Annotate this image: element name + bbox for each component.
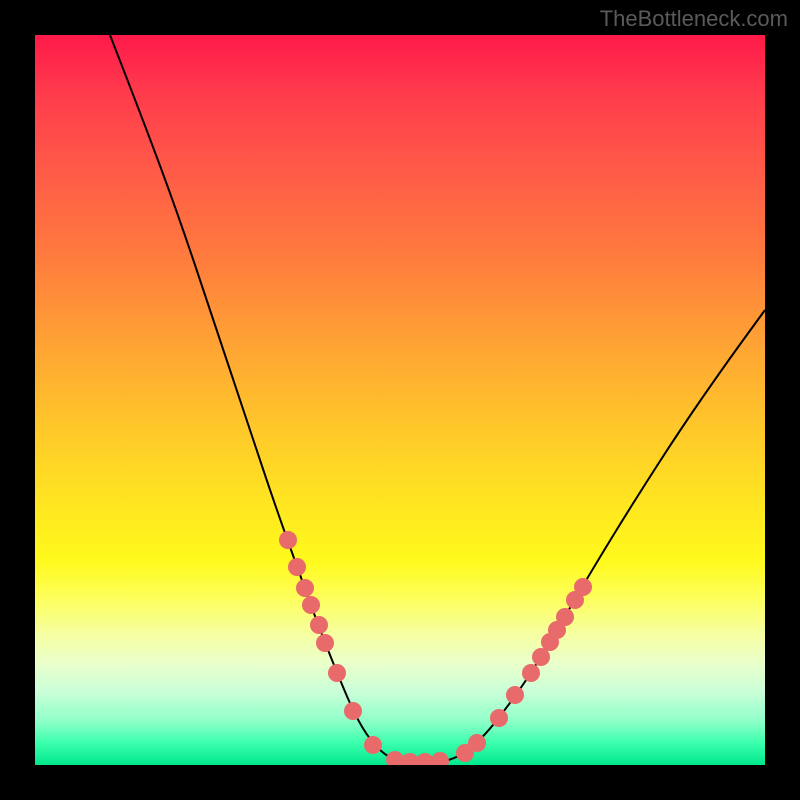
data-marker xyxy=(506,686,524,704)
data-marker xyxy=(316,634,334,652)
data-marker xyxy=(574,578,592,596)
data-markers xyxy=(279,531,592,765)
data-marker xyxy=(288,558,306,576)
data-marker xyxy=(310,616,328,634)
data-marker xyxy=(328,664,346,682)
data-marker xyxy=(296,579,314,597)
chart-svg xyxy=(35,35,765,765)
data-marker xyxy=(468,734,486,752)
bottleneck-curve xyxy=(110,35,765,763)
data-marker xyxy=(431,752,449,765)
data-marker xyxy=(556,608,574,626)
data-marker xyxy=(302,596,320,614)
data-marker xyxy=(279,531,297,549)
data-marker xyxy=(490,709,508,727)
data-marker xyxy=(532,648,550,666)
data-marker xyxy=(344,702,362,720)
watermark-text: TheBottleneck.com xyxy=(600,6,788,32)
data-marker xyxy=(522,664,540,682)
data-marker xyxy=(364,736,382,754)
